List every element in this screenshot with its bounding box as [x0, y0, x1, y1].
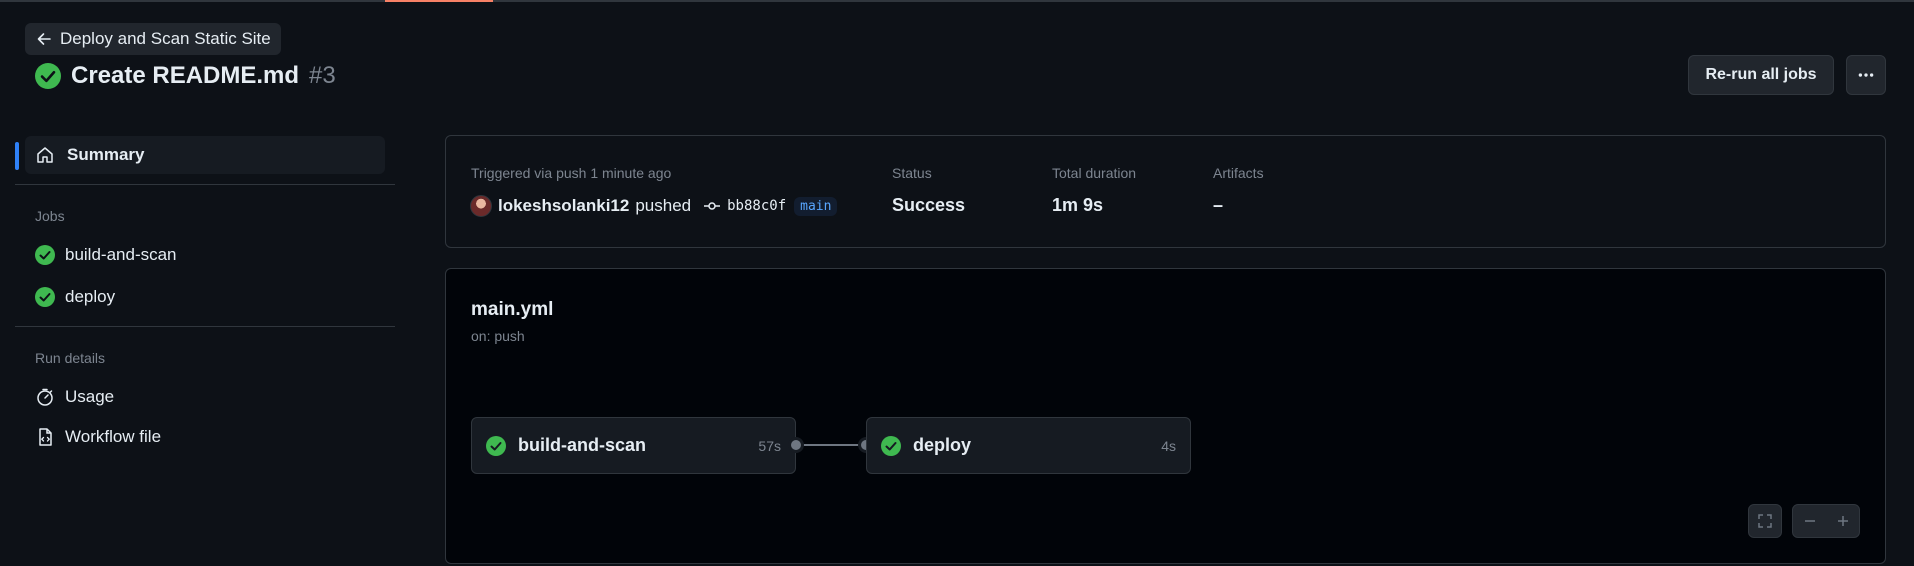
kebab-horizontal-icon: [1858, 73, 1874, 77]
stopwatch-icon: [37, 388, 53, 406]
actor-link[interactable]: lokeshsolanki12: [498, 196, 629, 216]
status-label: Status: [892, 165, 932, 181]
fullscreen-icon: [1758, 514, 1772, 528]
zoom-in-icon[interactable]: [1835, 513, 1851, 529]
avatar[interactable]: [470, 195, 492, 217]
fullscreen-button[interactable]: [1748, 504, 1782, 538]
run-number: #3: [309, 62, 336, 89]
sidebar-active-indicator: [15, 142, 19, 170]
artifacts-value: –: [1213, 195, 1224, 215]
trigger-text: Triggered via push 1 minute ago: [471, 165, 672, 181]
run-title: Create README.md #3: [35, 60, 336, 92]
zoom-out-icon[interactable]: [1802, 513, 1818, 529]
run-details-heading: Run details: [35, 350, 106, 366]
top-border: [0, 0, 1914, 2]
workflow-graph-panel: main.yml on: push build-and-scan 57s dep…: [445, 268, 1886, 564]
sidebar-item-label: Summary: [67, 145, 145, 164]
job-duration: 4s: [1161, 437, 1176, 454]
workflow-trigger: on: push: [471, 328, 525, 344]
commit-sha-link[interactable]: bb88c0f: [727, 198, 786, 214]
sidebar-item-label: Usage: [65, 387, 115, 406]
job-name: deploy: [913, 435, 972, 455]
sidebar-divider: [15, 184, 395, 185]
event-action: pushed: [635, 196, 692, 215]
sidebar-item-workflow-file[interactable]: Workflow file: [35, 422, 161, 452]
job-card-deploy[interactable]: deploy 4s: [866, 417, 1191, 474]
sidebar-item-label: deploy: [65, 287, 116, 306]
sidebar-item-summary[interactable]: Summary: [25, 136, 385, 174]
run-summary-panel: Triggered via push 1 minute ago lokeshso…: [445, 135, 1886, 248]
jobs-heading: Jobs: [35, 208, 65, 224]
page-title: Create README.md: [71, 62, 300, 89]
file-code-icon: [39, 428, 52, 446]
success-check-icon: [486, 435, 506, 456]
zoom-controls: [1792, 504, 1860, 538]
success-check-icon: [35, 63, 61, 89]
job-name: build-and-scan: [518, 435, 647, 455]
git-commit-icon: [704, 202, 721, 210]
success-check-icon: [35, 245, 55, 265]
sidebar-item-usage[interactable]: Usage: [35, 382, 114, 412]
home-icon: [37, 147, 53, 163]
duration-value: 1m 9s: [1052, 195, 1104, 215]
rerun-all-jobs-button[interactable]: Re-run all jobs: [1688, 55, 1834, 95]
more-options-button[interactable]: [1846, 55, 1886, 95]
sidebar-item-label: build-and-scan: [65, 245, 177, 264]
sidebar-item-label: Workflow file: [65, 427, 162, 446]
arrow-left-icon: [37, 33, 51, 45]
active-tab-indicator: [385, 0, 493, 2]
job-dependency-edge: [796, 444, 866, 446]
back-to-workflow-link[interactable]: Deploy and Scan Static Site: [25, 23, 281, 55]
artifacts-label: Artifacts: [1213, 165, 1264, 181]
job-duration: 57s: [758, 437, 781, 454]
success-check-icon: [881, 435, 901, 456]
sidebar-item-job-build-and-scan[interactable]: build-and-scan: [35, 240, 177, 270]
success-check-icon: [35, 287, 55, 307]
branch-badge[interactable]: main: [794, 196, 838, 216]
workflow-file-name: main.yml: [471, 299, 554, 320]
edge-start-node: [788, 437, 804, 453]
sidebar-divider: [15, 326, 395, 327]
duration-label: Total duration: [1052, 165, 1137, 181]
back-link-label: Deploy and Scan Static Site: [60, 29, 271, 48]
trigger-details: lokeshsolanki12 pushed bb88c0f main: [470, 194, 838, 218]
sidebar-item-job-deploy[interactable]: deploy: [35, 282, 115, 312]
status-value: Success: [892, 195, 966, 215]
job-card-build-and-scan[interactable]: build-and-scan 57s: [471, 417, 796, 474]
